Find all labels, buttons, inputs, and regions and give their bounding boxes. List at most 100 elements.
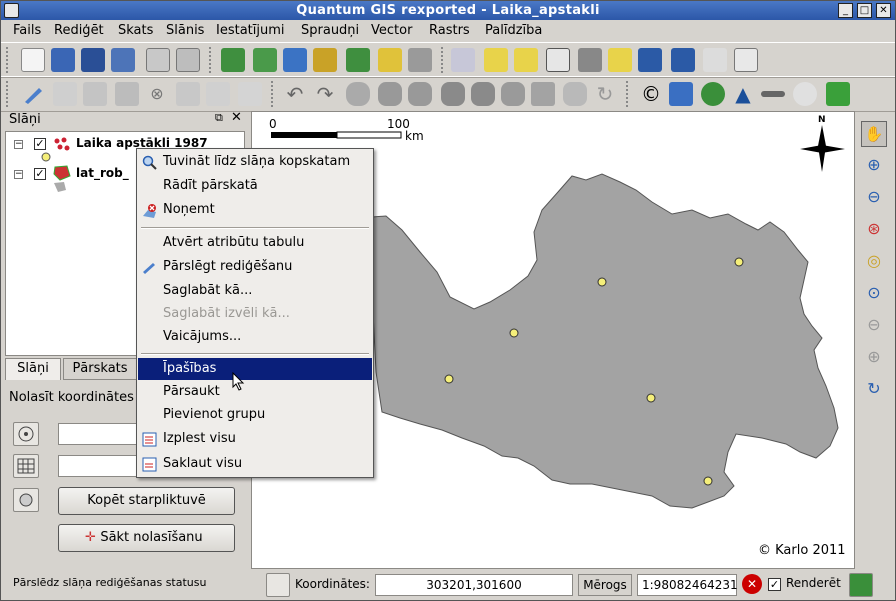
menu-iestatijumi[interactable]: Iestatījumi xyxy=(216,23,285,38)
menu-item-collapse-all[interactable]: Saklaut visu xyxy=(138,453,372,475)
simplify-feature-icon[interactable] xyxy=(346,82,370,106)
zoom-to-selection-icon[interactable]: ◎ xyxy=(861,249,887,275)
layer-name-lat-rob[interactable]: lat_rob_ xyxy=(76,166,129,180)
coord-y-field[interactable] xyxy=(58,455,138,477)
coord-x-field[interactable] xyxy=(58,423,138,445)
rotate-point-symbols-icon[interactable]: ↻ xyxy=(593,82,617,106)
show-bookmarks-icon[interactable] xyxy=(671,48,695,72)
menu-skats[interactable]: Skats xyxy=(118,23,153,38)
zoom-out-icon[interactable]: ⊖ xyxy=(861,185,887,211)
save-as-icon[interactable] xyxy=(111,48,135,72)
print-composer-icon[interactable] xyxy=(146,48,170,72)
menu-item-show-in-overview[interactable]: Rādīt pārskatā xyxy=(138,175,372,197)
menu-spraudni[interactable]: Spraudņi xyxy=(301,23,359,38)
tab-slani[interactable]: Slāņi xyxy=(5,358,61,380)
toggle-editing-icon[interactable] xyxy=(21,82,45,106)
menu-vector[interactable]: Vector xyxy=(371,23,412,38)
pan-icon[interactable]: ✋ xyxy=(861,121,887,147)
map-tips-icon[interactable] xyxy=(608,48,632,72)
weather-station-point[interactable] xyxy=(703,476,713,486)
add-part-icon[interactable] xyxy=(408,82,432,106)
layer-checkbox[interactable]: ✓ xyxy=(34,168,46,180)
redo-icon[interactable]: ↷ xyxy=(313,82,337,106)
save-project-icon[interactable] xyxy=(81,48,105,72)
menu-item-remove[interactable]: Noņemt xyxy=(138,199,372,221)
weather-station-point[interactable] xyxy=(444,374,454,384)
open-project-icon[interactable] xyxy=(51,48,75,72)
new-vector-layer-icon[interactable] xyxy=(378,48,402,72)
delete-ring-icon[interactable] xyxy=(441,82,465,106)
save-edits-icon[interactable] xyxy=(53,82,77,106)
crs-status-icon[interactable] xyxy=(849,573,873,597)
attribute-table-icon[interactable] xyxy=(546,48,570,72)
weather-station-point[interactable] xyxy=(597,277,607,287)
menu-item-open-attribute-table[interactable]: Atvērt atribūtu tabulu xyxy=(138,232,372,254)
collapse-toggle-icon[interactable]: − xyxy=(14,140,23,149)
copy-features-icon[interactable] xyxy=(206,82,230,106)
weather-station-point[interactable] xyxy=(734,257,744,267)
float-panel-icon[interactable]: ⧉ xyxy=(215,111,223,125)
add-wms-layer-icon[interactable] xyxy=(346,48,370,72)
paste-features-icon[interactable] xyxy=(238,82,262,106)
collapse-toggle-icon[interactable]: − xyxy=(14,170,23,179)
zoom-in-icon[interactable]: ⊕ xyxy=(861,153,887,179)
georeferencer-icon[interactable] xyxy=(826,82,850,106)
capture-tool-icon[interactable] xyxy=(13,488,39,512)
delete-part-icon[interactable] xyxy=(471,82,495,106)
coordinate-capture-icon[interactable] xyxy=(793,82,817,106)
toolbar-grip[interactable] xyxy=(271,81,275,107)
copy-to-clipboard-button[interactable]: Kopēt starpliktuvē xyxy=(58,487,235,515)
grid-icon[interactable] xyxy=(13,454,39,478)
zoom-to-layer-icon[interactable]: ⊙ xyxy=(861,281,887,307)
coord-display[interactable]: 303201,301600 xyxy=(375,574,573,596)
move-feature-icon[interactable] xyxy=(83,82,107,106)
delete-selected-icon[interactable]: ⊗ xyxy=(145,82,169,106)
undo-icon[interactable]: ↶ xyxy=(283,82,307,106)
maximize-icon[interactable]: □ xyxy=(857,3,872,18)
menu-item-save-as[interactable]: Saglabāt kā... xyxy=(138,280,372,302)
add-postgis-layer-icon[interactable] xyxy=(283,48,307,72)
split-features-icon[interactable] xyxy=(531,82,555,106)
zoom-full-icon[interactable]: ⊛ xyxy=(861,217,887,243)
gps-tools-icon[interactable] xyxy=(701,82,725,106)
refresh-icon[interactable]: ↻ xyxy=(861,377,887,403)
menu-item-rename[interactable]: Pārsaukt xyxy=(138,381,372,403)
measure-line-icon[interactable] xyxy=(578,48,602,72)
add-raster-layer-icon[interactable] xyxy=(253,48,277,72)
text-label-icon[interactable] xyxy=(734,48,758,72)
merge-features-icon[interactable] xyxy=(563,82,587,106)
toolbar-grip[interactable] xyxy=(441,47,445,73)
add-ring-icon[interactable] xyxy=(378,82,402,106)
add-spatialite-layer-icon[interactable] xyxy=(313,48,337,72)
menu-item-save-selection-as[interactable]: Saglabāt izvēli kā... xyxy=(138,303,372,325)
new-bookmark-icon[interactable] xyxy=(638,48,662,72)
start-capture-button[interactable]: ✛ Sākt nolasīšanu xyxy=(58,524,235,552)
add-vector-layer-icon[interactable] xyxy=(221,48,245,72)
menu-fails[interactable]: Fails xyxy=(13,23,41,38)
menu-item-toggle-editing[interactable]: Pārslēgt rediģēšanu xyxy=(138,256,372,278)
reshape-feature-icon[interactable] xyxy=(501,82,525,106)
scale-input[interactable]: 1:98082464231 xyxy=(637,574,738,596)
menu-slanis[interactable]: Slānis xyxy=(166,23,204,38)
render-checkbox[interactable]: ✓ xyxy=(768,578,781,591)
cut-features-icon[interactable] xyxy=(176,82,200,106)
deselect-icon[interactable] xyxy=(514,48,538,72)
toolbar-grip[interactable] xyxy=(6,47,10,73)
new-project-icon[interactable] xyxy=(21,48,45,72)
menu-item-properties[interactable]: Īpašības xyxy=(138,358,372,380)
stop-render-icon[interactable]: ✕ xyxy=(742,574,762,594)
print-icon[interactable] xyxy=(176,48,200,72)
identify-icon[interactable] xyxy=(451,48,475,72)
text-annotation-icon[interactable] xyxy=(703,48,727,72)
menu-rediget[interactable]: Rediģēt xyxy=(54,23,104,38)
menu-palidziba[interactable]: Palīdzība xyxy=(485,23,542,38)
toolbar-grip[interactable] xyxy=(209,47,213,73)
layer-checkbox[interactable]: ✓ xyxy=(34,138,46,150)
close-icon[interactable]: ✕ xyxy=(876,3,891,18)
north-arrow-icon[interactable]: ▲ xyxy=(731,82,755,106)
menu-item-zoom-to-layer[interactable]: Tuvināt līdz slāņa kopskatam xyxy=(138,151,372,173)
toolbar-grip[interactable] xyxy=(6,81,10,107)
minimize-icon[interactable]: _ xyxy=(838,3,853,18)
zoom-next-icon[interactable]: ⊕ xyxy=(861,345,887,371)
weather-station-point[interactable] xyxy=(509,328,519,338)
